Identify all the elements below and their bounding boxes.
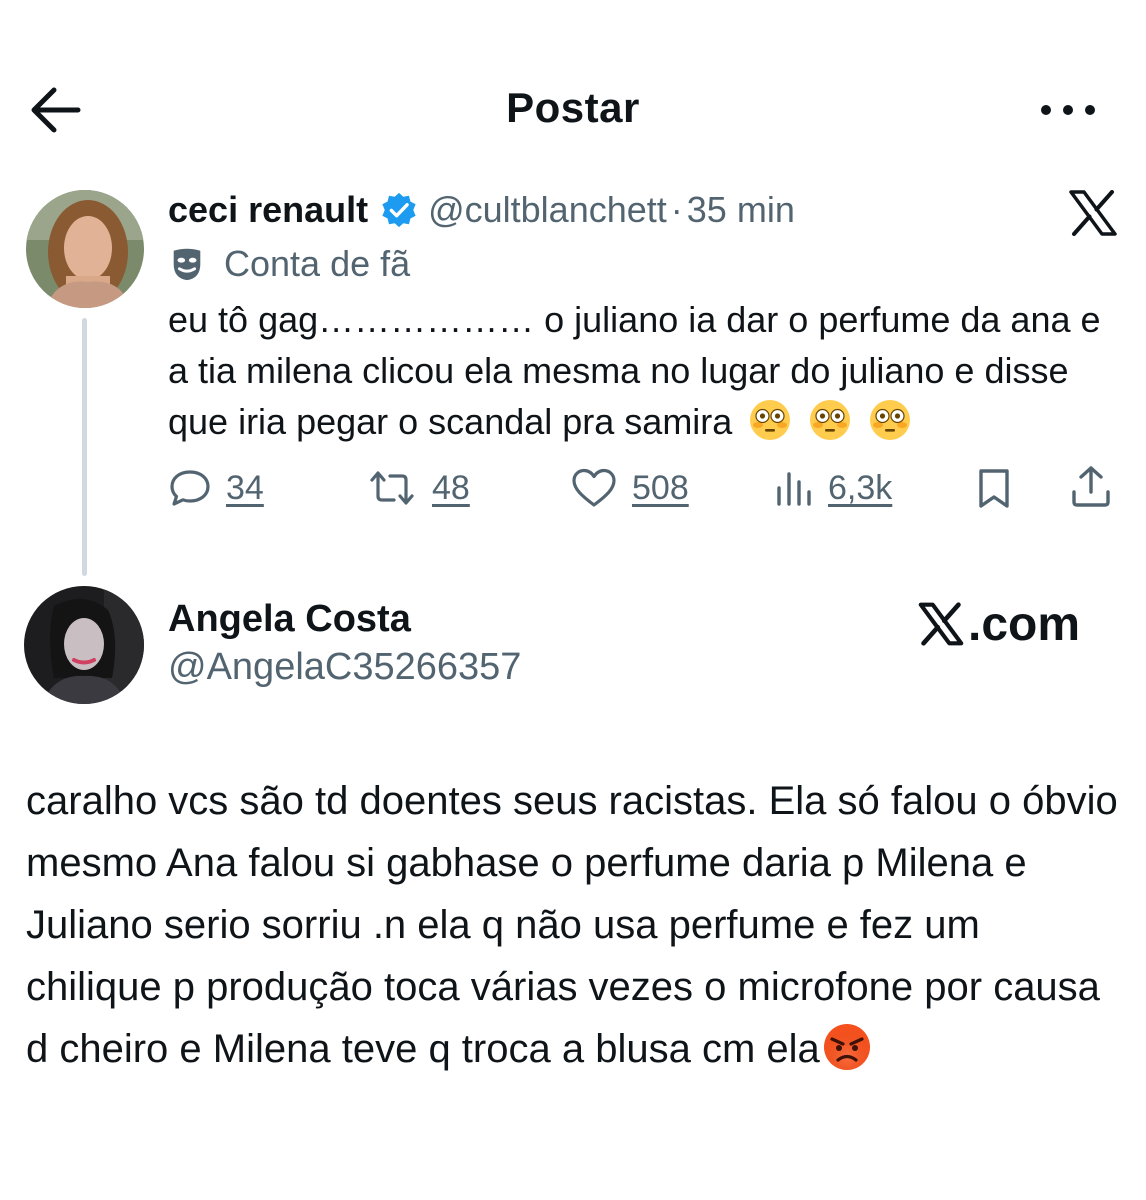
flushed-face-icon <box>750 400 791 440</box>
watermark-text: .com <box>968 597 1081 651</box>
display-name[interactable]: ceci renault <box>168 189 368 231</box>
post-time[interactable]: 35 min <box>687 189 795 231</box>
page-title: Postar <box>506 84 640 131</box>
bookmark-icon[interactable] <box>974 466 1014 510</box>
x-logo-icon <box>1069 190 1117 236</box>
reply-text: caralho vcs são td doentes seus racistas… <box>26 770 1126 1080</box>
views-count: 6,3k <box>828 468 893 507</box>
account-label: Conta de fã <box>224 243 411 284</box>
like-count: 508 <box>632 468 689 507</box>
reply-text-content: caralho vcs são td doentes seus racistas… <box>26 779 1118 1071</box>
theater-mask-icon <box>173 248 201 281</box>
x-logo-icon <box>918 602 964 646</box>
account-label-row: Conta de fã <box>168 240 410 288</box>
post-author-row: ceci renault @cultblanchett · 35 min <box>168 186 795 234</box>
views-button[interactable]: 6,3k <box>774 464 892 512</box>
flushed-face-icon <box>870 400 911 440</box>
post-text: eu tô gag……………… o juliano ia dar o perfu… <box>168 294 1128 447</box>
reply-user-handle[interactable]: @AngelaC35266357 <box>168 646 521 689</box>
verified-badge-icon[interactable] <box>380 191 418 229</box>
avatar[interactable] <box>26 190 144 308</box>
share-icon[interactable] <box>1068 464 1114 510</box>
views-chart-icon <box>777 472 811 506</box>
heart-icon <box>572 468 616 507</box>
separator-dot: · <box>670 189 683 230</box>
post-text-content: eu tô gag……………… o juliano ia dar o perfu… <box>168 299 1101 442</box>
angry-face-icon <box>823 1024 870 1070</box>
x-com-watermark: .com <box>918 596 1080 652</box>
flushed-face-icon <box>810 400 851 440</box>
repost-icon <box>370 471 414 505</box>
repost-button[interactable]: 48 <box>366 464 470 512</box>
thread-line <box>82 318 87 576</box>
like-button[interactable]: 508 <box>570 464 689 512</box>
user-handle[interactable]: @cultblanchett <box>428 189 667 231</box>
reply-display-name[interactable]: Angela Costa <box>168 598 411 641</box>
repost-count: 48 <box>432 468 470 507</box>
reply-count: 34 <box>226 468 264 507</box>
more-horizontal-icon[interactable] <box>1038 98 1098 122</box>
avatar[interactable] <box>24 586 144 704</box>
reply-icon <box>170 470 210 506</box>
reply-button[interactable]: 34 <box>168 464 264 512</box>
